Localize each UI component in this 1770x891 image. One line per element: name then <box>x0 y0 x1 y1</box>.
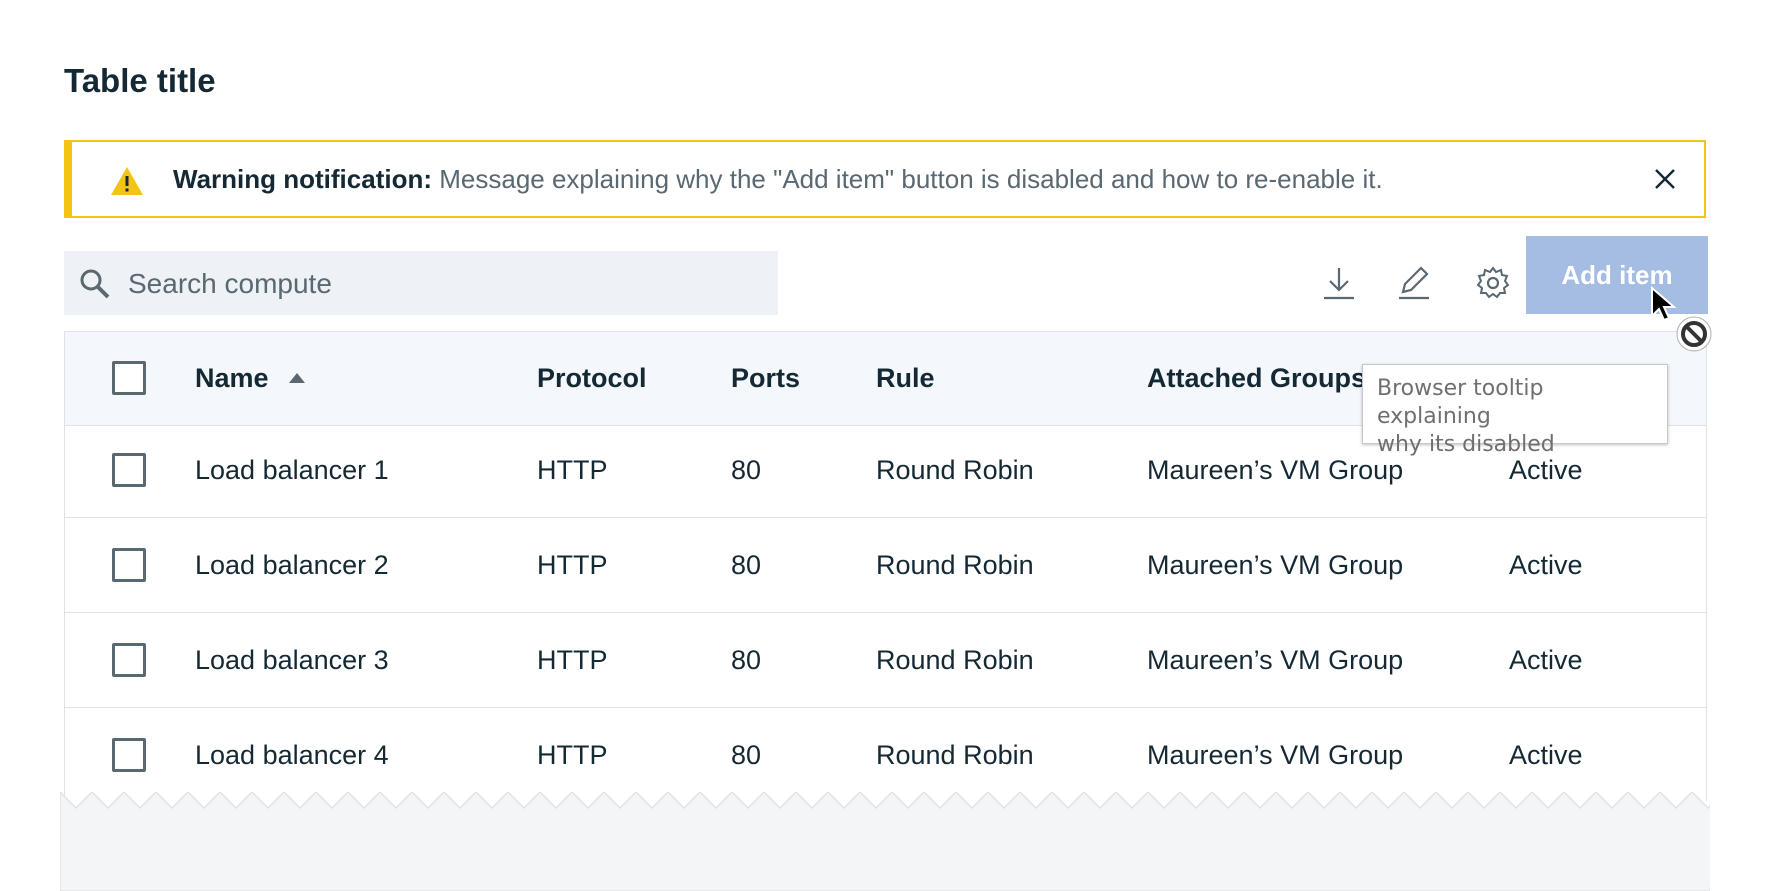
notification-text: Message explaining why the "Add item" bu… <box>439 164 1383 194</box>
cell-protocol: HTTP <box>537 739 608 770</box>
settings-icon[interactable] <box>1474 264 1512 302</box>
column-header-name[interactable]: Name <box>195 332 307 424</box>
cell-ports: 80 <box>731 644 762 675</box>
warning-notification: Warning notification: Message explaining… <box>64 140 1706 218</box>
cell-ports: 80 <box>731 739 762 770</box>
table-row[interactable]: Load balancer 3 HTTP 80 Round Robin Maur… <box>65 614 1706 708</box>
cell-protocol: HTTP <box>537 644 608 675</box>
disabled-tooltip: Browser tooltip explaining why its disab… <box>1362 364 1668 457</box>
row-checkbox[interactable] <box>112 643 146 677</box>
warning-triangle-icon <box>111 167 143 195</box>
cell-status: Active <box>1509 644 1583 675</box>
cell-groups: Maureen’s VM Group <box>1147 644 1404 675</box>
close-icon[interactable] <box>1650 164 1680 194</box>
table-row[interactable]: Load balancer 4 HTTP 80 Round Robin Maur… <box>65 709 1706 801</box>
select-all-checkbox[interactable] <box>112 361 146 395</box>
cell-name: Load balancer 1 <box>195 454 389 485</box>
not-allowed-cursor-icon <box>1651 286 1712 352</box>
cell-protocol: HTTP <box>537 549 608 580</box>
cell-ports: 80 <box>731 549 762 580</box>
column-header-label: Name <box>195 362 269 393</box>
sort-ascending-icon <box>288 373 305 383</box>
column-header-rule[interactable]: Rule <box>876 332 935 424</box>
table-cutoff-edge <box>60 792 1710 891</box>
table-row[interactable]: Load balancer 2 HTTP 80 Round Robin Maur… <box>65 519 1706 613</box>
edit-icon[interactable] <box>1395 264 1433 302</box>
cell-groups: Maureen’s VM Group <box>1147 549 1404 580</box>
search-icon <box>80 269 110 299</box>
cell-status: Active <box>1509 549 1583 580</box>
column-header-attached-groups[interactable]: Attached Groups <box>1147 332 1366 424</box>
tooltip-line: why its disabled <box>1377 432 1555 457</box>
cell-protocol: HTTP <box>537 454 608 485</box>
column-header-protocol[interactable]: Protocol <box>537 332 647 424</box>
tooltip-line: Browser tooltip explaining <box>1377 376 1544 429</box>
cell-groups: Maureen’s VM Group <box>1147 739 1404 770</box>
cell-rule: Round Robin <box>876 549 1034 580</box>
cell-name: Load balancer 4 <box>195 739 389 770</box>
column-header-ports[interactable]: Ports <box>731 332 800 424</box>
search-input[interactable] <box>126 251 760 317</box>
cell-rule: Round Robin <box>876 454 1034 485</box>
cell-name: Load balancer 2 <box>195 549 389 580</box>
download-icon[interactable] <box>1320 264 1358 302</box>
cell-status: Active <box>1509 739 1583 770</box>
cell-name: Load balancer 3 <box>195 644 389 675</box>
cell-ports: 80 <box>731 454 762 485</box>
row-checkbox[interactable] <box>112 548 146 582</box>
cell-rule: Round Robin <box>876 644 1034 675</box>
search-bar <box>64 251 778 317</box>
notification-title: Warning notification: <box>173 164 432 194</box>
row-checkbox[interactable] <box>112 453 146 487</box>
cell-rule: Round Robin <box>876 739 1034 770</box>
page-title: Table title <box>64 62 216 99</box>
notification-message: Warning notification: Message explaining… <box>173 164 1383 195</box>
row-checkbox[interactable] <box>112 738 146 772</box>
